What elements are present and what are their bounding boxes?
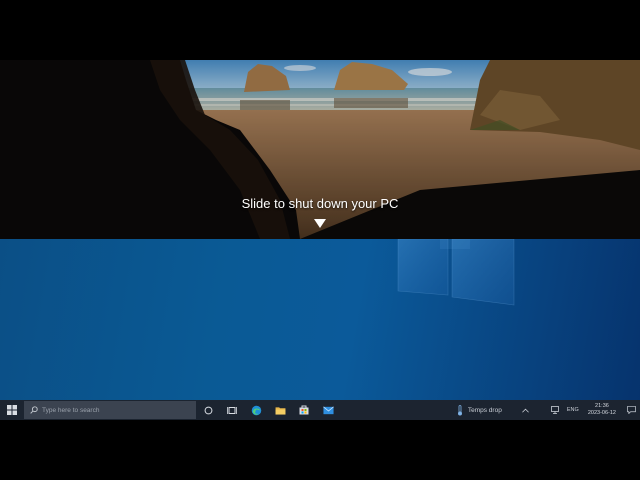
network-button[interactable] — [548, 400, 564, 420]
desktop-wallpaper — [0, 239, 640, 400]
store-icon — [299, 405, 309, 415]
file-explorer-icon — [275, 406, 285, 415]
thermometer-icon — [457, 404, 462, 415]
slide-down-arrow-icon — [314, 219, 326, 228]
show-hidden-icons-button[interactable] — [514, 400, 538, 420]
system-tray: Temps drop ENG 21:36 2023-06-12 — [452, 400, 640, 420]
store-button[interactable] — [292, 400, 316, 420]
input-language[interactable]: ENG — [564, 407, 582, 413]
clock-date: 2023-06-12 — [587, 410, 616, 416]
slide-to-shutdown-text: Slide to shut down your PC — [241, 196, 399, 211]
windows-logo-wallpaper — [397, 239, 515, 306]
weather-text[interactable]: Temps drop — [468, 407, 514, 414]
beach-cave-wallpaper — [0, 60, 640, 239]
cortana-icon — [204, 406, 212, 414]
weather-button[interactable] — [452, 400, 468, 420]
letterbox-bottom — [0, 420, 640, 480]
action-center-button[interactable] — [622, 400, 640, 420]
edge-icon — [251, 405, 261, 415]
search-placeholder: Type here to search — [42, 406, 100, 414]
edge-button[interactable] — [244, 400, 268, 420]
clock-time: 21:36 — [595, 403, 609, 409]
taskbar-clock[interactable]: 21:36 2023-06-12 — [582, 403, 622, 417]
notifications-icon — [626, 406, 636, 414]
mail-icon — [322, 406, 334, 414]
taskbar-search-box[interactable]: Type here to search — [24, 401, 196, 419]
cortana-button[interactable] — [196, 400, 220, 420]
search-icon — [30, 406, 38, 414]
chevron-up-icon — [522, 408, 530, 413]
start-button[interactable] — [0, 400, 24, 420]
windows-start-icon — [7, 405, 17, 415]
screen: Slide to shut down your PC Type here to … — [0, 0, 640, 480]
network-icon — [550, 406, 559, 414]
mail-button[interactable] — [316, 400, 340, 420]
task-view-button[interactable] — [220, 400, 244, 420]
slide-to-shutdown-panel[interactable]: Slide to shut down your PC — [0, 60, 640, 239]
task-view-icon — [227, 406, 237, 414]
taskbar: Type here to search Temps drop ENG 21:36… — [0, 400, 640, 420]
file-explorer-button[interactable] — [268, 400, 292, 420]
